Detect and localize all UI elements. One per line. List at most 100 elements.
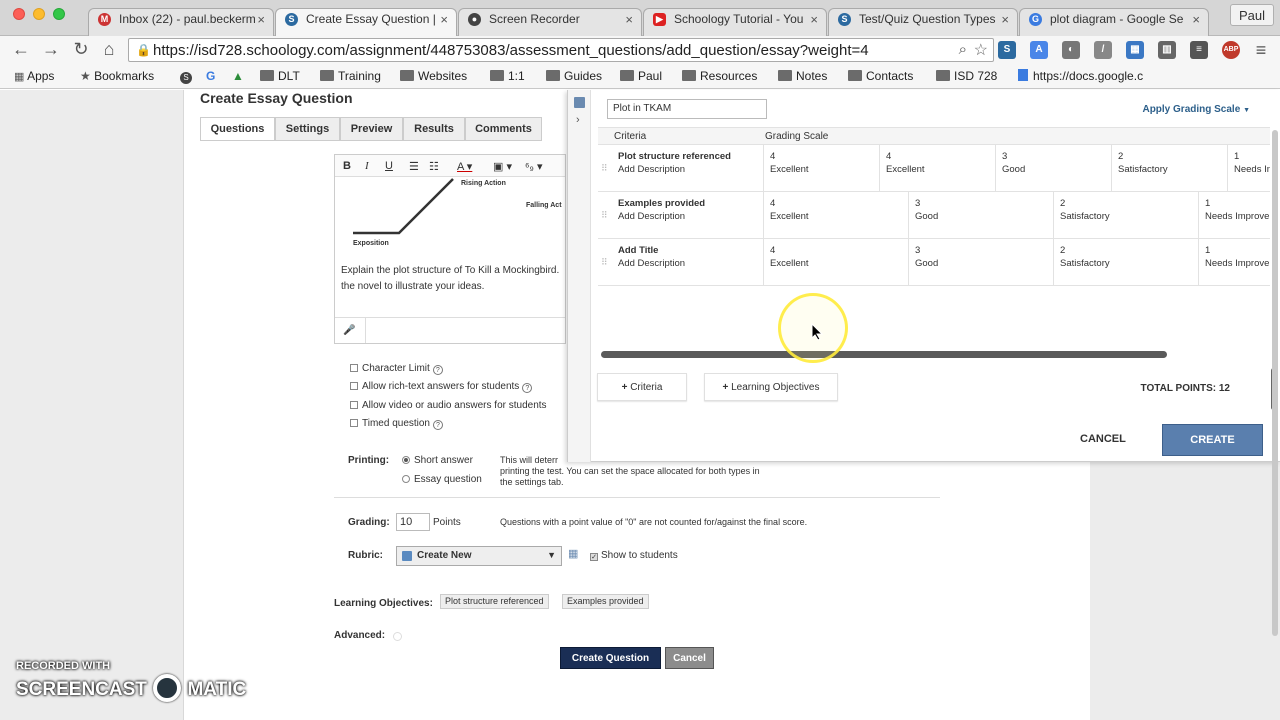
- level-cell[interactable]: 4 Excellent: [764, 239, 909, 285]
- level-cell[interactable]: 4 Excellent: [764, 145, 880, 191]
- maximize-window-icon[interactable]: [53, 8, 65, 20]
- tab-results[interactable]: Results: [403, 117, 465, 141]
- bookmark-resources[interactable]: Resources: [682, 69, 757, 83]
- objective-tag[interactable]: Examples provided: [562, 594, 649, 609]
- reload-icon[interactable]: ↻: [70, 39, 92, 60]
- drive-bookmark-icon[interactable]: ▲: [232, 69, 244, 83]
- bookmark-training[interactable]: Training: [320, 69, 381, 83]
- close-tab-icon[interactable]: ×: [1001, 12, 1009, 27]
- formula-icon[interactable]: ⁶₉ ▾: [525, 160, 542, 173]
- close-tab-icon[interactable]: ×: [810, 12, 818, 27]
- forward-icon[interactable]: →: [40, 39, 62, 60]
- level-cell[interactable]: 3 Good: [996, 145, 1112, 191]
- close-tab-icon[interactable]: ×: [625, 12, 633, 27]
- drag-handle-icon[interactable]: ⠿: [601, 257, 608, 268]
- tools-extension-icon[interactable]: ▥: [1158, 41, 1176, 59]
- menu-icon[interactable]: ≡: [1250, 40, 1272, 61]
- bookmark-1-1[interactable]: 1:1: [490, 69, 525, 83]
- bookmark-google-docs[interactable]: https://docs.google.c: [1018, 69, 1158, 83]
- screenshot-extension-icon[interactable]: ▦: [1126, 41, 1144, 59]
- italic-icon[interactable]: I: [365, 160, 369, 172]
- close-tab-icon[interactable]: ×: [440, 12, 448, 27]
- horizontal-scrollbar[interactable]: [601, 351, 1167, 358]
- numbered-list-icon[interactable]: ☷: [429, 160, 439, 173]
- add-learning-objectives-button[interactable]: + Learning Objectives: [704, 373, 838, 401]
- level-cell[interactable]: 2 Satisfactory: [1054, 192, 1199, 238]
- adblock-icon[interactable]: ABP: [1222, 41, 1240, 59]
- browser-tab-gmail[interactable]: M Inbox (22) - paul.beckerm ×: [88, 8, 274, 36]
- profile-button[interactable]: Paul: [1229, 4, 1274, 26]
- extension-icon[interactable]: ◐: [1062, 41, 1080, 59]
- criterion-cell[interactable]: Add Title Add Description: [612, 239, 764, 285]
- schoology-extension-icon[interactable]: S: [998, 41, 1016, 59]
- google-bookmark-icon[interactable]: G: [206, 69, 215, 83]
- show-to-students-option[interactable]: ✓ Show to students: [590, 550, 678, 561]
- bookmark-isd728[interactable]: ISD 728: [936, 69, 997, 83]
- image-icon[interactable]: ▣ ▾: [493, 160, 512, 173]
- create-question-button[interactable]: Create Question: [560, 647, 661, 669]
- browser-tab-quiz-types[interactable]: S Test/Quiz Question Types ×: [828, 8, 1018, 36]
- tab-comments[interactable]: Comments: [465, 117, 542, 141]
- close-window-icon[interactable]: [13, 8, 25, 20]
- level-cell[interactable]: 2 Satisfactory: [1112, 145, 1228, 191]
- schoology-bookmark-icon[interactable]: S: [180, 69, 192, 84]
- bookmark-websites[interactable]: Websites: [400, 69, 467, 83]
- browser-tab-youtube[interactable]: ▶ Schoology Tutorial - You ×: [643, 8, 827, 36]
- bookmark-bookmarks[interactable]: ★ Bookmarks: [80, 69, 154, 83]
- address-bar[interactable]: 🔒 https://isd728.schoology.com/assignmen…: [128, 38, 994, 62]
- criterion-cell[interactable]: Plot structure referenced Add Descriptio…: [612, 145, 764, 191]
- rubric-grid-icon[interactable]: [574, 97, 585, 108]
- eyedropper-extension-icon[interactable]: /: [1094, 41, 1112, 59]
- drag-handle-icon[interactable]: ⠿: [601, 210, 608, 221]
- rubric-select[interactable]: Create New ▼: [396, 546, 562, 566]
- underline-icon[interactable]: U: [385, 160, 393, 172]
- star-icon[interactable]: ☆: [974, 40, 988, 60]
- objective-tag[interactable]: Plot structure referenced: [440, 594, 549, 609]
- rubric-grid-icon[interactable]: ▦: [568, 549, 578, 560]
- question-editor[interactable]: B I U ☰ ☷ A ▾ ▣ ▾ ⁶₉ ▾ Rising Action Fal…: [334, 154, 566, 344]
- video-audio-option[interactable]: Allow video or audio answers for student…: [350, 400, 547, 411]
- level-cell[interactable]: 1 Needs Improver: [1199, 192, 1270, 238]
- drag-handle-icon[interactable]: ⠿: [601, 163, 608, 174]
- short-answer-radio[interactable]: Short answer: [402, 455, 473, 466]
- modal-create-button[interactable]: CREATE: [1162, 424, 1263, 456]
- bookmark-apps[interactable]: ▦ Apps: [14, 69, 54, 83]
- bold-icon[interactable]: B: [343, 160, 351, 172]
- browser-tab-screen-recorder[interactable]: ● Screen Recorder ×: [458, 8, 642, 36]
- advanced-toggle-icon[interactable]: [393, 632, 402, 641]
- bookmark-dlt[interactable]: DLT: [260, 69, 300, 83]
- tab-questions[interactable]: Questions: [200, 117, 275, 141]
- essay-question-radio[interactable]: Essay question: [402, 474, 482, 485]
- modal-cancel-button[interactable]: CANCEL: [1080, 433, 1126, 445]
- bookmark-paul[interactable]: Paul: [620, 69, 662, 83]
- rubric-title-input[interactable]: Plot in TKAM: [607, 99, 767, 119]
- zoom-icon[interactable]: ⌕: [959, 41, 967, 58]
- level-cell[interactable]: 3 Good: [909, 192, 1054, 238]
- character-limit-option[interactable]: Character Limit?: [350, 363, 443, 375]
- level-cell[interactable]: 3 Good: [909, 239, 1054, 285]
- tab-settings[interactable]: Settings: [275, 117, 340, 141]
- translate-extension-icon[interactable]: A: [1030, 41, 1048, 59]
- level-cell[interactable]: 1 Needs Improver: [1199, 239, 1270, 285]
- list-extension-icon[interactable]: ≡: [1190, 41, 1208, 59]
- back-icon[interactable]: ←: [10, 39, 32, 60]
- text-color-icon[interactable]: A ▾: [457, 160, 472, 173]
- level-cell[interactable]: 4 Excellent: [880, 145, 996, 191]
- chevron-right-icon[interactable]: ›: [576, 114, 580, 126]
- bookmark-notes[interactable]: Notes: [778, 69, 827, 83]
- apply-grading-scale-button[interactable]: Apply Grading Scale ▼: [1142, 104, 1250, 115]
- bookmark-contacts[interactable]: Contacts: [848, 69, 913, 83]
- bookmark-guides[interactable]: Guides: [546, 69, 602, 83]
- home-icon[interactable]: ⌂: [98, 39, 120, 60]
- tab-preview[interactable]: Preview: [340, 117, 403, 141]
- timed-question-option[interactable]: Timed question?: [350, 418, 443, 430]
- level-cell[interactable]: 4 Excellent: [764, 192, 909, 238]
- level-cell[interactable]: 2 Satisfactory: [1054, 239, 1199, 285]
- close-tab-icon[interactable]: ×: [257, 12, 265, 27]
- microphone-icon[interactable]: 🎤: [343, 325, 355, 336]
- points-input[interactable]: 10: [396, 513, 430, 531]
- add-criteria-button[interactable]: + Criteria: [597, 373, 687, 401]
- criterion-cell[interactable]: Examples provided Add Description: [612, 192, 764, 238]
- browser-tab-google[interactable]: G plot diagram - Google Se ×: [1019, 8, 1209, 36]
- level-cell[interactable]: 1Needs Im: [1228, 145, 1270, 191]
